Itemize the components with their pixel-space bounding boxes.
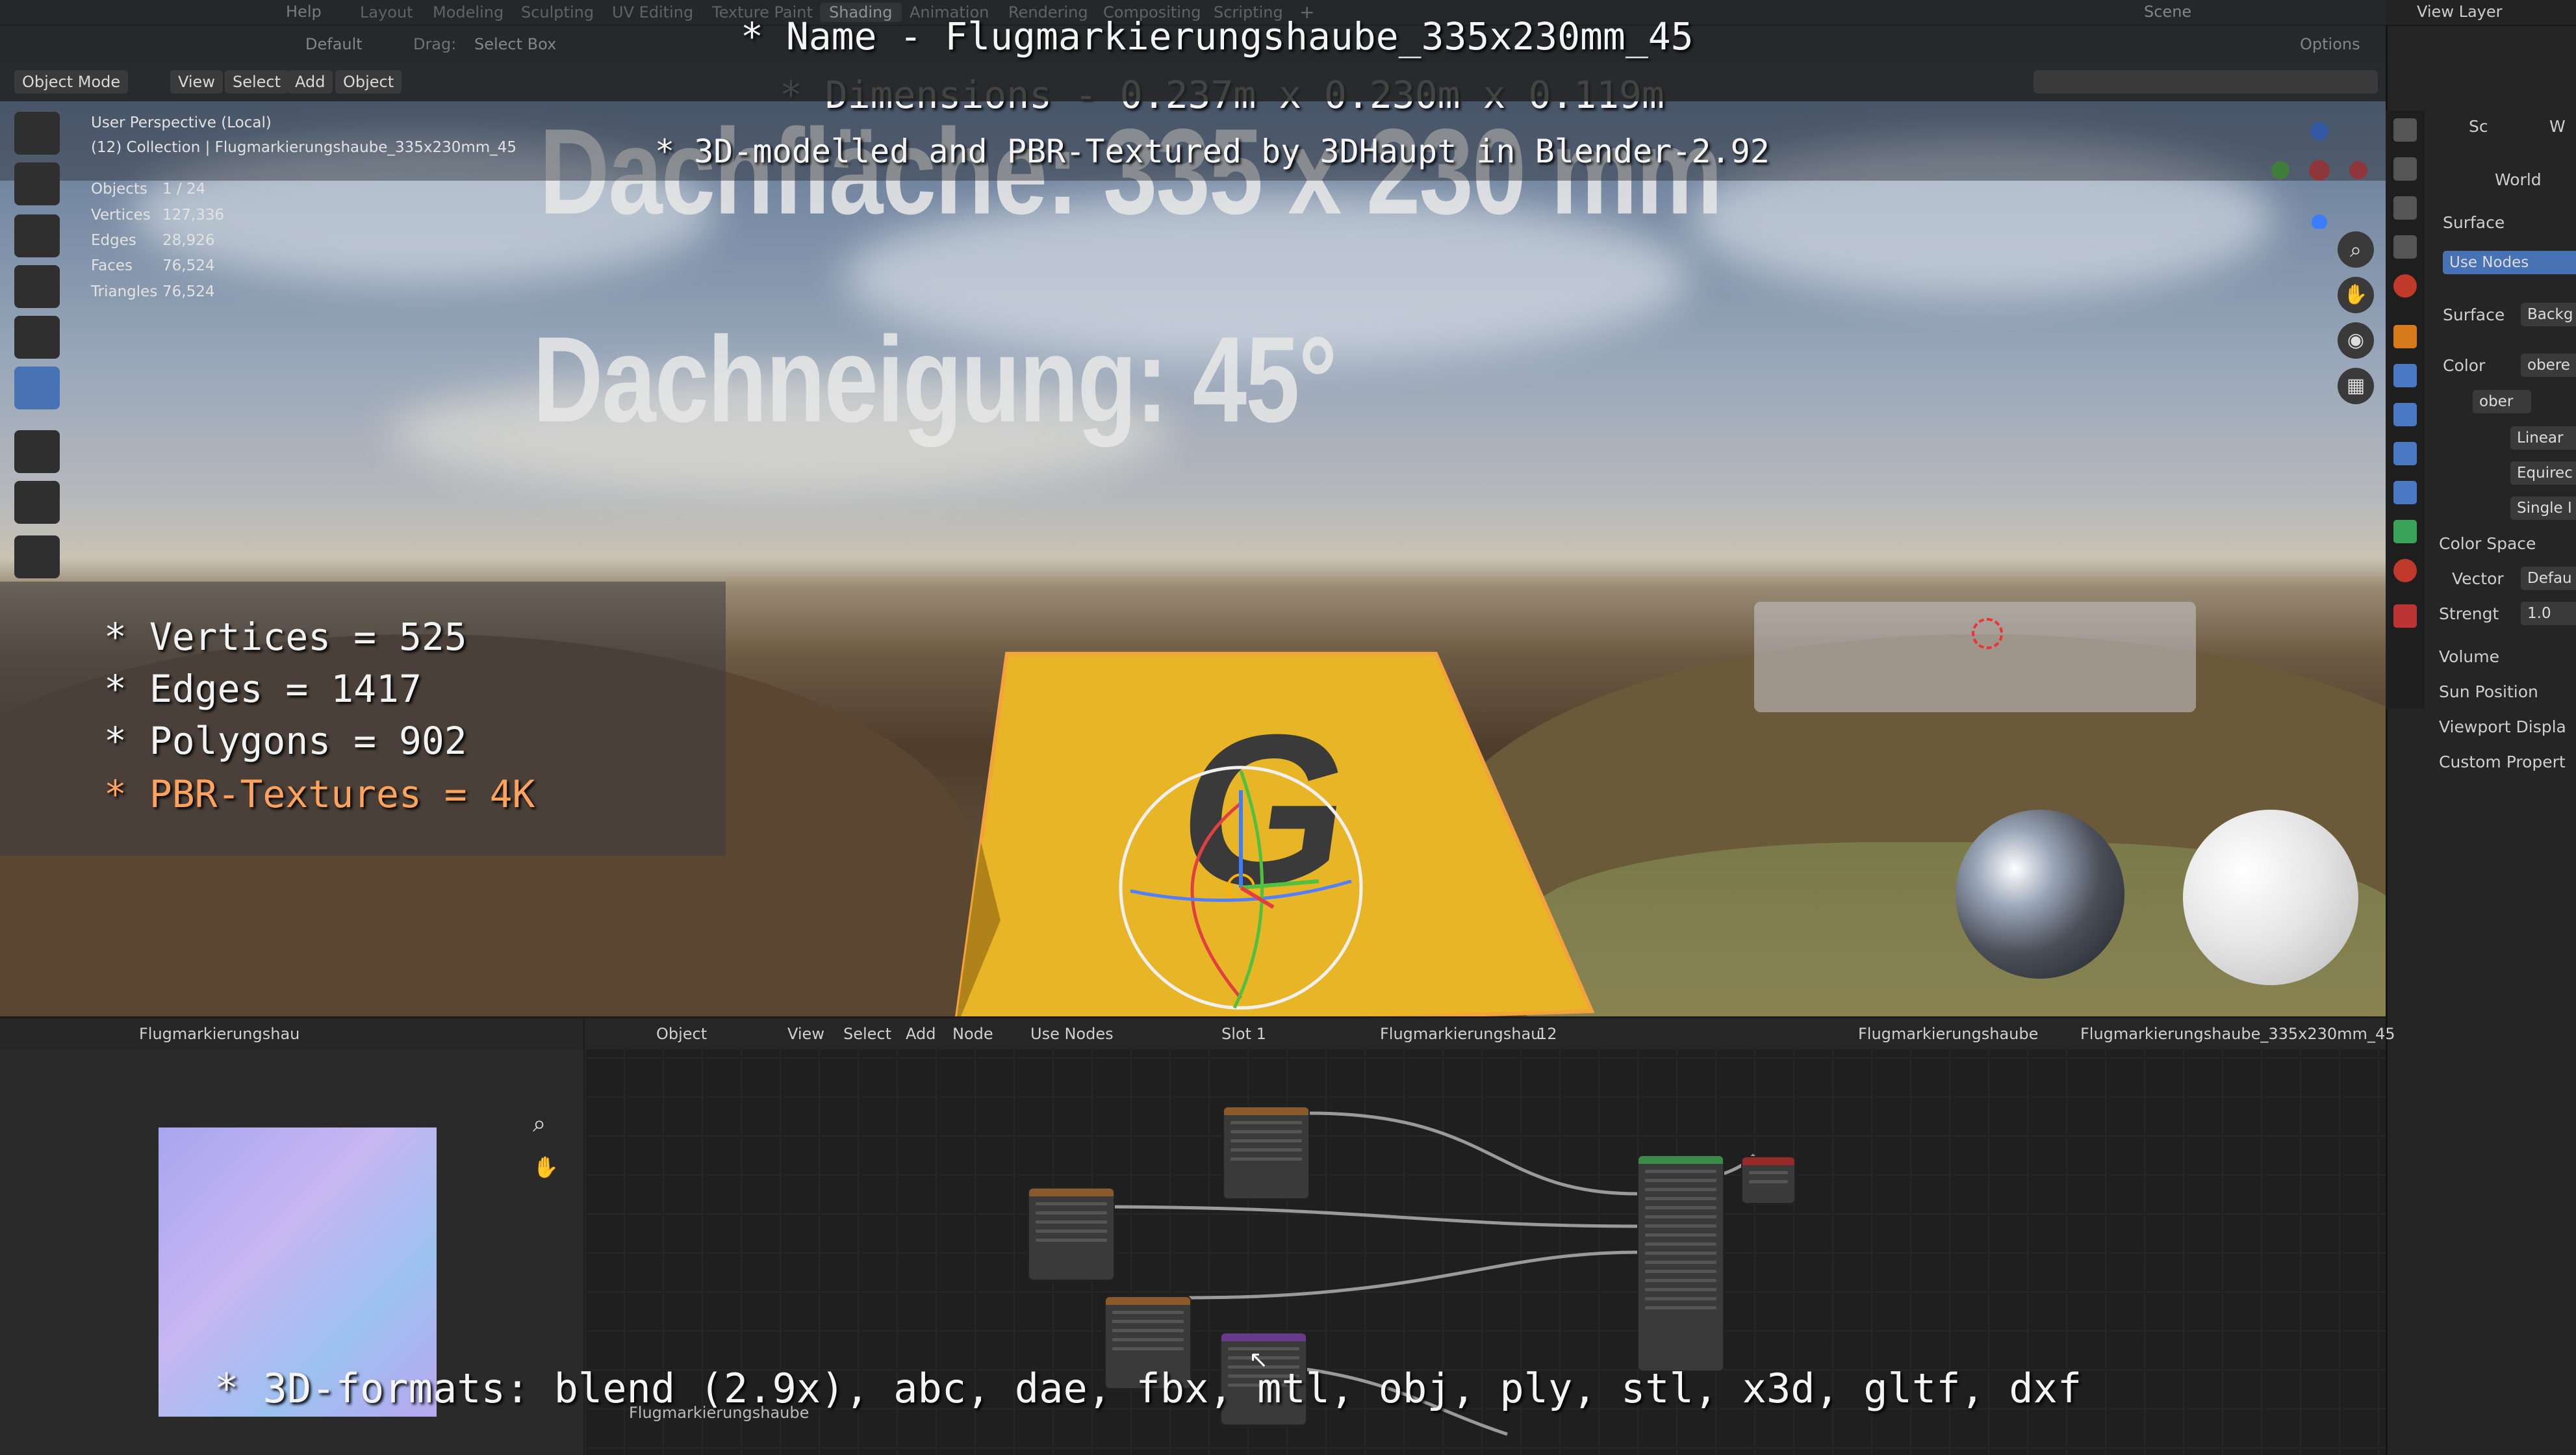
cursor-tool-icon[interactable]	[14, 162, 60, 205]
credit-line: * 3D-modelled and PBR-Textured by 3DHaup…	[655, 133, 1770, 170]
output-tab-icon[interactable]	[2393, 157, 2417, 181]
vector-label: Vector	[2452, 569, 2504, 588]
zoom-icon[interactable]: ⌕	[2338, 231, 2374, 268]
stat-label: Faces	[91, 257, 133, 274]
formats-line: * 3D-formats: blend (2.9x), abc, dae, fb…	[214, 1365, 2082, 1412]
section-volume[interactable]: Volume	[2439, 647, 2499, 666]
principled-bsdf-node[interactable]	[1637, 1155, 1724, 1372]
color-space-label: Color Space	[2439, 534, 2536, 553]
pan-hand-icon[interactable]: ✋	[2338, 277, 2374, 313]
model-name-line: * Name - Flugmarkierungshaube_335x230mm_…	[741, 14, 1694, 58]
pan-hand-icon[interactable]: ✋	[533, 1155, 564, 1186]
image-selector[interactable]: ober	[2473, 390, 2531, 413]
stat-label: Objects	[91, 181, 147, 198]
modifier-tab-icon[interactable]	[2393, 364, 2417, 387]
overlay-polygons: * Polygons = 902	[104, 719, 467, 763]
add-menu[interactable]: Add	[287, 70, 333, 94]
image-texture-node[interactable]	[1223, 1106, 1310, 1200]
image-name-field[interactable]: Flugmarkierungshau	[139, 1018, 300, 1049]
section-viewport-display[interactable]: Viewport Displa	[2439, 717, 2566, 736]
world-tab-label[interactable]: W	[2549, 117, 2566, 136]
stat-label: Vertices	[91, 207, 151, 224]
grid-icon[interactable]: ▦	[2338, 368, 2374, 404]
image-texture-node[interactable]	[1028, 1187, 1115, 1281]
material-output-node[interactable]	[1741, 1156, 1796, 1204]
view-menu[interactable]: View	[170, 70, 223, 94]
chrome-sphere	[1956, 810, 2124, 979]
world-name[interactable]: World	[2495, 170, 2542, 189]
render-tab-icon[interactable]	[2393, 118, 2417, 142]
surface-selector[interactable]: Backg	[2521, 303, 2576, 326]
stat-value: 1 / 24	[162, 181, 206, 198]
color-label: Color	[2443, 356, 2486, 375]
material-tab-icon[interactable]	[2393, 559, 2417, 582]
tool-shelf	[9, 112, 66, 586]
shading-buttons[interactable]	[2034, 70, 2378, 94]
surface-label: Surface	[2443, 305, 2505, 324]
stat-label: Edges	[91, 232, 136, 249]
select-box-tool-icon[interactable]	[14, 112, 60, 155]
overlay-edges: * Edges = 1417	[104, 667, 422, 711]
stat-label: Triangles	[91, 283, 158, 300]
interpolation-selector[interactable]: Linear	[2510, 426, 2576, 450]
projection-selector[interactable]: Equirec	[2510, 461, 2576, 485]
stat-value: 76,524	[162, 283, 215, 300]
properties-tab-strip	[2386, 110, 2425, 708]
overlay-textures: * PBR-Textures = 4K	[104, 772, 535, 816]
town-background	[1754, 602, 2196, 712]
camera-icon[interactable]: ◉	[2338, 322, 2374, 359]
stat-value: 28,926	[162, 232, 215, 249]
section-custom-properties[interactable]: Custom Propert	[2439, 753, 2566, 771]
3d-cursor-icon[interactable]	[1972, 618, 2003, 649]
object-menu[interactable]: Object	[335, 70, 402, 94]
object-tab-icon[interactable]	[2393, 325, 2417, 348]
physics-tab-icon[interactable]	[2393, 442, 2417, 465]
constraints-tab-icon[interactable]	[2393, 481, 2417, 504]
roof-pitch-label: Dachneigung: 45°	[533, 311, 1337, 448]
stat-value: 127,336	[162, 207, 225, 224]
extension-selector[interactable]: Single I	[2510, 496, 2576, 520]
section-sun-position[interactable]: Sun Position	[2439, 682, 2538, 701]
scene-tab-label[interactable]: Sc	[2469, 117, 2488, 136]
scale-tool-icon[interactable]	[14, 316, 60, 359]
scene-tab-icon[interactable]	[2393, 235, 2417, 259]
rotate-tool-icon[interactable]	[14, 265, 60, 308]
zoom-icon[interactable]: ⌕	[533, 1111, 564, 1142]
move-tool-icon[interactable]	[14, 214, 60, 257]
color-input[interactable]: obere	[2521, 354, 2576, 377]
section-surface[interactable]: Surface	[2443, 213, 2505, 232]
overlay-vertices: * Vertices = 525	[104, 615, 467, 659]
object-mode-selector[interactable]: Object Mode	[14, 70, 129, 94]
stat-value: 76,524	[162, 257, 215, 274]
3d-viewport[interactable]: Dachfläche: 335 x 230 mm Dachneigung: 45…	[0, 62, 2386, 1016]
vector-input[interactable]: Defau	[2521, 567, 2576, 590]
transform-gizmo[interactable]	[1104, 751, 1377, 1016]
particles-tab-icon[interactable]	[2393, 403, 2417, 426]
data-tab-icon[interactable]	[2393, 520, 2417, 543]
view-layer-selector[interactable]: View Layer	[2417, 3, 2503, 21]
world-tab-icon[interactable]	[2393, 274, 2417, 298]
perspective-label: User Perspective (Local)	[91, 114, 272, 131]
view-layer-tab-icon[interactable]	[2393, 196, 2417, 220]
use-nodes-button[interactable]: Use Nodes	[2443, 251, 2576, 274]
select-menu[interactable]: Select	[225, 70, 289, 94]
diffuse-sphere	[2183, 810, 2358, 985]
collection-label: (12) Collection | Flugmarkierungshaube_3…	[91, 139, 516, 156]
strength-input[interactable]: 1.0	[2521, 602, 2576, 625]
add-cube-tool-icon[interactable]	[14, 535, 60, 578]
mouse-cursor-icon: ↖	[1249, 1346, 1269, 1373]
measure-tool-icon[interactable]	[14, 481, 60, 524]
transform-tool-icon[interactable]	[14, 367, 60, 409]
texture-tab-icon[interactable]	[2393, 604, 2417, 628]
annotate-tool-icon[interactable]	[14, 430, 60, 473]
strength-label: Strengt	[2439, 604, 2499, 623]
